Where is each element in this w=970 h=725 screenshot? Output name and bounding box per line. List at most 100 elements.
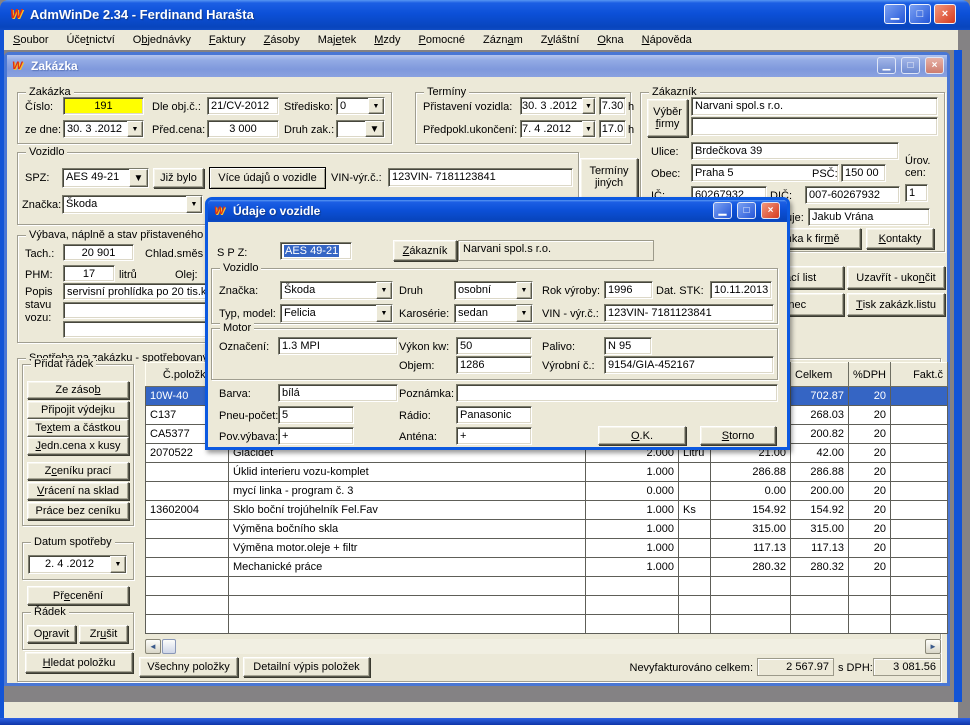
table-row[interactable]: 13602004Sklo boční trojúhelník Fel.Fav1.… bbox=[146, 501, 948, 520]
dropdown-arrow-icon[interactable]: ▼ bbox=[516, 282, 532, 299]
dropdown-arrow-icon[interactable]: ▼ bbox=[582, 121, 595, 137]
table-cell[interactable]: Sklo boční trojúhelník Fel.Fav bbox=[229, 501, 586, 520]
column-header[interactable]: Celkem bbox=[791, 363, 849, 387]
more-vehicle-data-button[interactable]: Více údajů o vozidle bbox=[209, 167, 326, 189]
find-item-button[interactable]: Hledat položku bbox=[25, 652, 133, 673]
table-cell[interactable]: 20 bbox=[849, 482, 891, 501]
table-cell[interactable]: 1.000 bbox=[586, 558, 679, 577]
vin-field[interactable]: 123VIN- 7181123841 bbox=[388, 168, 573, 187]
table-cell[interactable]: 0.000 bbox=[586, 482, 679, 501]
order-date-combo[interactable]: 30. 3 .2012▼ bbox=[63, 120, 144, 138]
table-cell[interactable]: Mechanické práce bbox=[229, 558, 586, 577]
table-row[interactable]: Výměna motor.oleje + filtr1.000117.13117… bbox=[146, 539, 948, 558]
dropdown-arrow-icon[interactable]: ▼ bbox=[516, 305, 532, 322]
table-cell[interactable]: 13602004 bbox=[146, 501, 229, 520]
table-cell[interactable]: 42.00 bbox=[791, 444, 849, 463]
table-cell[interactable]: Výměna bočního skla bbox=[229, 520, 586, 539]
table-cell[interactable]: 20 bbox=[849, 425, 891, 444]
table-cell[interactable] bbox=[229, 577, 586, 596]
table-cell[interactable] bbox=[711, 577, 791, 596]
already-was-button[interactable]: Již bylo bbox=[153, 168, 204, 188]
dlg-antenna-field[interactable]: + bbox=[456, 427, 532, 445]
table-row[interactable]: Úklid interieru vozu-komplet1.000286.882… bbox=[146, 463, 948, 482]
menu-item[interactable]: Účetnictví bbox=[57, 30, 123, 49]
dlg-vin-field[interactable]: 123VIN- 7181123841 bbox=[604, 304, 774, 322]
select-company-button[interactable]: Výběrfirmy bbox=[647, 99, 688, 137]
spz-combo[interactable]: AES 49-21▼ bbox=[62, 168, 149, 188]
minimize-button[interactable]: ▁ bbox=[884, 4, 906, 24]
table-cell[interactable]: 200.82 bbox=[791, 425, 849, 444]
add-row-button[interactable]: Vrácení na sklad bbox=[27, 482, 129, 500]
table-cell[interactable]: 20 bbox=[849, 387, 891, 406]
dic-field[interactable]: 007-60267932 bbox=[805, 186, 900, 204]
table-cell[interactable] bbox=[146, 482, 229, 501]
table-cell[interactable]: 315.00 bbox=[791, 520, 849, 539]
table-cell[interactable] bbox=[711, 596, 791, 615]
table-cell[interactable]: 20 bbox=[849, 444, 891, 463]
brand-combo[interactable]: Škoda▼ bbox=[62, 195, 203, 214]
menu-item[interactable]: Mzdy bbox=[365, 30, 409, 49]
company-name2-field[interactable] bbox=[691, 117, 938, 136]
table-cell[interactable] bbox=[146, 539, 229, 558]
table-cell[interactable]: 20 bbox=[849, 558, 891, 577]
table-cell[interactable]: 1.000 bbox=[586, 463, 679, 482]
table-cell[interactable]: 117.13 bbox=[791, 539, 849, 558]
table-row[interactable]: Výměna bočního skla1.000315.00315.0020 bbox=[146, 520, 948, 539]
table-cell[interactable] bbox=[229, 596, 586, 615]
table-cell[interactable]: Ks bbox=[679, 501, 711, 520]
table-cell[interactable] bbox=[791, 577, 849, 596]
dialog-minimize-button[interactable]: ▁ bbox=[713, 202, 732, 219]
table-cell[interactable] bbox=[586, 615, 679, 634]
table-cell[interactable]: 286.88 bbox=[711, 463, 791, 482]
table-cell[interactable] bbox=[891, 520, 948, 539]
table-cell[interactable]: 154.92 bbox=[711, 501, 791, 520]
table-cell[interactable] bbox=[891, 501, 948, 520]
table-cell[interactable] bbox=[146, 577, 229, 596]
dlg-model-combo[interactable]: Felicia▼ bbox=[280, 304, 393, 323]
dlg-radio-field[interactable]: Panasonic bbox=[456, 406, 532, 424]
edit-row-button[interactable]: Opravit bbox=[27, 625, 76, 643]
table-cell[interactable]: 280.32 bbox=[791, 558, 849, 577]
dropdown-arrow-icon[interactable]: ▼ bbox=[127, 121, 143, 137]
table-cell[interactable]: 268.03 bbox=[791, 406, 849, 425]
table-row[interactable] bbox=[146, 615, 948, 634]
table-cell[interactable] bbox=[146, 596, 229, 615]
table-cell[interactable] bbox=[849, 615, 891, 634]
contacts-button[interactable]: Kontakty bbox=[866, 228, 934, 249]
table-cell[interactable]: 20 bbox=[849, 501, 891, 520]
table-cell[interactable] bbox=[891, 482, 948, 501]
table-cell[interactable]: Výměna motor.oleje + filtr bbox=[229, 539, 586, 558]
add-row-button[interactable]: Ze zásob bbox=[27, 381, 129, 399]
add-row-button[interactable]: Z ceníku prací bbox=[27, 462, 129, 480]
scroll-left-button[interactable]: ◄ bbox=[145, 639, 161, 654]
table-cell[interactable] bbox=[146, 520, 229, 539]
tach-field[interactable]: 20 901 bbox=[63, 244, 134, 261]
menu-item[interactable]: Objednávky bbox=[124, 30, 200, 49]
hscrollbar[interactable]: ◄ ► bbox=[145, 639, 941, 654]
scroll-right-button[interactable]: ► bbox=[925, 639, 941, 654]
table-cell[interactable] bbox=[891, 596, 948, 615]
table-cell[interactable] bbox=[146, 463, 229, 482]
add-row-button[interactable]: Práce bez ceníku bbox=[27, 502, 129, 520]
table-cell[interactable] bbox=[891, 387, 948, 406]
dropdown-arrow-icon[interactable]: ▼ bbox=[129, 169, 148, 187]
order-minimize-button[interactable]: ▁ bbox=[877, 57, 896, 74]
table-cell[interactable]: 1.000 bbox=[586, 520, 679, 539]
table-cell[interactable]: 1.000 bbox=[586, 501, 679, 520]
delete-row-button[interactable]: Zrušit bbox=[79, 625, 128, 643]
order-close-button[interactable]: × bbox=[925, 57, 944, 74]
table-cell[interactable] bbox=[679, 463, 711, 482]
table-cell[interactable] bbox=[679, 577, 711, 596]
dlg-note-field[interactable] bbox=[456, 384, 778, 402]
table-cell[interactable] bbox=[679, 482, 711, 501]
table-row[interactable]: mycí linka - program č. 30.0000.00200.00… bbox=[146, 482, 948, 501]
dropdown-arrow-icon[interactable]: ▼ bbox=[365, 121, 384, 137]
dlg-ok-button[interactable]: O.K. bbox=[598, 426, 686, 445]
dlg-stk-field[interactable]: 10.11.2013 bbox=[710, 281, 772, 299]
table-cell[interactable] bbox=[586, 577, 679, 596]
table-cell[interactable] bbox=[891, 577, 948, 596]
scroll-thumb[interactable] bbox=[162, 639, 176, 654]
table-cell[interactable] bbox=[679, 558, 711, 577]
dropdown-arrow-icon[interactable]: ▼ bbox=[582, 98, 595, 114]
pristaveni-date-combo[interactable]: 30. 3 .2012▼ bbox=[520, 97, 596, 115]
